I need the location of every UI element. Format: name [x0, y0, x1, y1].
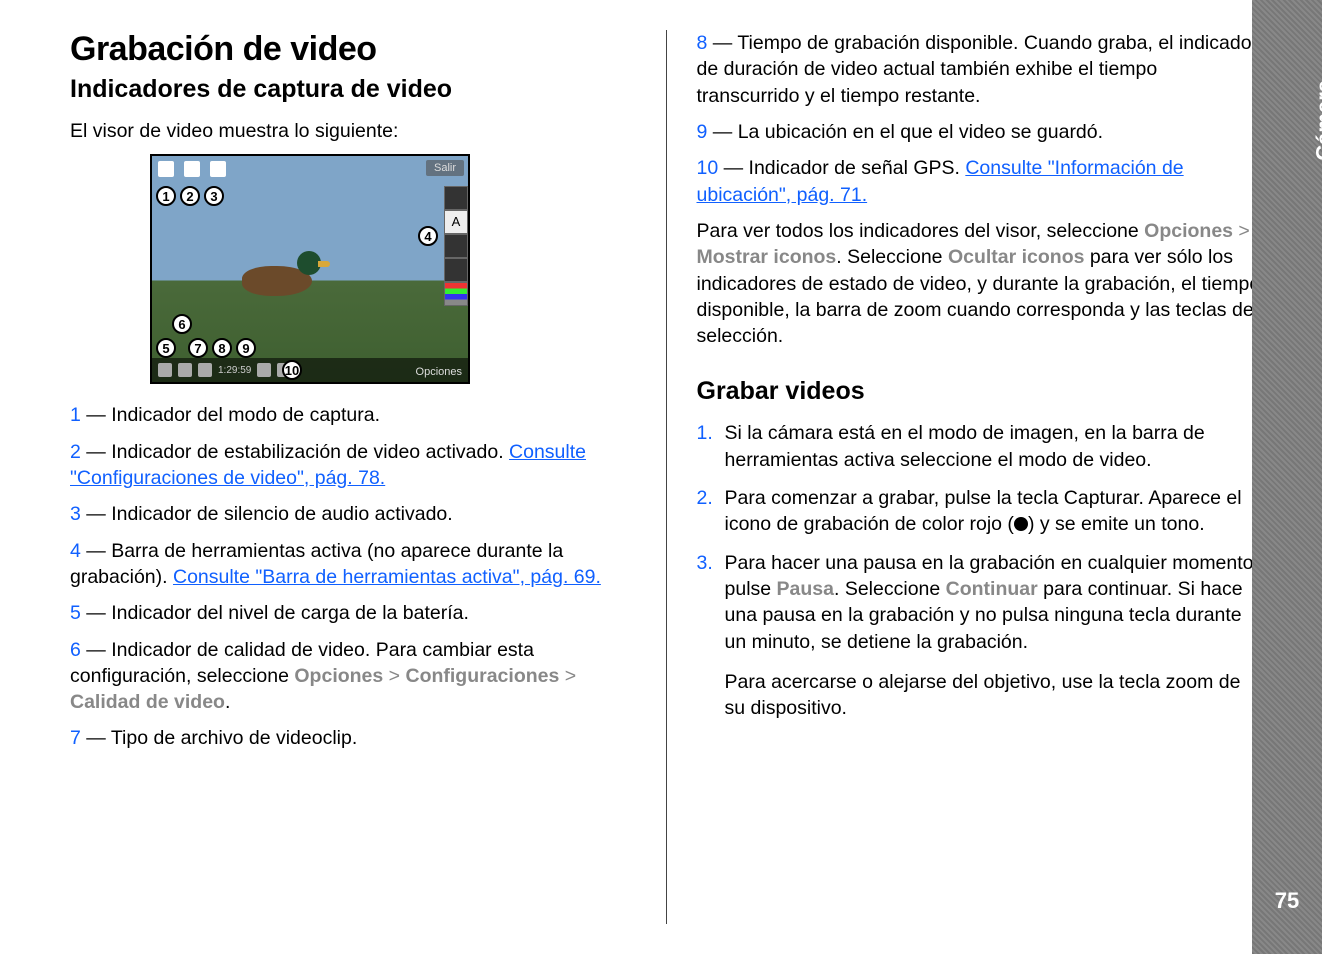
indicator-4: 4 — Barra de herramientas activa (no apa…	[70, 538, 636, 591]
show-icons-paragraph: Para ver todos los indicadores del visor…	[697, 218, 1263, 350]
battery-icon	[158, 363, 172, 377]
indicator-6: 6 — Indicador de calidad de video. Para …	[70, 637, 636, 716]
callout-8: 8	[212, 338, 232, 358]
intro-text: El visor de video muestra lo siguiente:	[70, 118, 636, 144]
filetype-icon	[198, 363, 212, 377]
callout-5: 5	[156, 338, 176, 358]
storage-icon	[257, 363, 271, 377]
toolbar-icon[interactable]: A	[444, 210, 468, 234]
capture-mode-icon	[158, 161, 174, 177]
viewfinder-topbar	[152, 156, 468, 182]
right-column: 8 — Tiempo de grabación disponible. Cuan…	[667, 30, 1283, 924]
document-page: Grabación de video Indicadores de captur…	[0, 0, 1322, 954]
rec-time-text: 1:29:59	[218, 365, 251, 376]
step-2: 2. Para comenzar a grabar, pulse la tecl…	[697, 485, 1263, 538]
heading-record: Grabar videos	[697, 377, 1263, 406]
toolbar-icon[interactable]	[444, 258, 468, 282]
indicator-2: 2 — Indicador de estabilización de video…	[70, 439, 636, 492]
indicator-10: 10 — Indicador de señal GPS. Consulte "I…	[697, 155, 1263, 208]
exit-button[interactable]: Salir	[426, 160, 464, 176]
indicator-3: 3 — Indicador de silencio de audio activ…	[70, 501, 636, 527]
left-column: Grabación de video Indicadores de captur…	[50, 30, 667, 924]
callout-9: 9	[236, 338, 256, 358]
step-1: 1. Si la cámara está en el modo de image…	[697, 420, 1263, 473]
record-steps: 1. Si la cámara está en el modo de image…	[697, 420, 1263, 721]
heading-sub: Indicadores de captura de video	[70, 75, 636, 104]
toolbar-icon[interactable]	[444, 234, 468, 258]
zoom-note: Para acercarse o alejarse del objetivo, …	[725, 669, 1263, 722]
quality-icon	[178, 363, 192, 377]
page-number: 75	[1252, 888, 1322, 914]
indicator-1: 1 — Indicador del modo de captura.	[70, 402, 636, 428]
record-icon	[1014, 517, 1028, 531]
callout-1: 1	[156, 186, 176, 206]
side-tab: Cámara 75	[1252, 0, 1322, 954]
section-label: Cámara	[1312, 80, 1322, 161]
indicator-5: 5 — Indicador del nivel de carga de la b…	[70, 600, 636, 626]
indicator-7: 7 — Tipo de archivo de videoclip.	[70, 725, 636, 751]
viewfinder-figure: Salir A 1:29:59 Opciones 1 2	[150, 154, 470, 384]
audio-mute-icon	[210, 161, 226, 177]
callout-6: 6	[172, 314, 192, 334]
indicator-9: 9 — La ubicación en el que el video se g…	[697, 119, 1263, 145]
callout-7: 7	[188, 338, 208, 358]
callout-4: 4	[418, 226, 438, 246]
callout-3: 3	[204, 186, 224, 206]
stabilization-icon	[184, 161, 200, 177]
subject-duck-illustration	[242, 251, 332, 301]
active-toolbar: A	[444, 186, 468, 306]
link-active-toolbar[interactable]: Consulte "Barra de herramientas activa",…	[173, 566, 601, 588]
options-button[interactable]: Opciones	[416, 366, 462, 378]
indicator-8: 8 — Tiempo de grabación disponible. Cuan…	[697, 30, 1263, 109]
toolbar-icon[interactable]	[444, 186, 468, 210]
heading-main: Grabación de video	[70, 30, 636, 69]
step-3: 3. Para hacer una pausa en la grabación …	[697, 550, 1263, 722]
callout-2: 2	[180, 186, 200, 206]
toolbar-color-icon[interactable]	[444, 282, 468, 306]
